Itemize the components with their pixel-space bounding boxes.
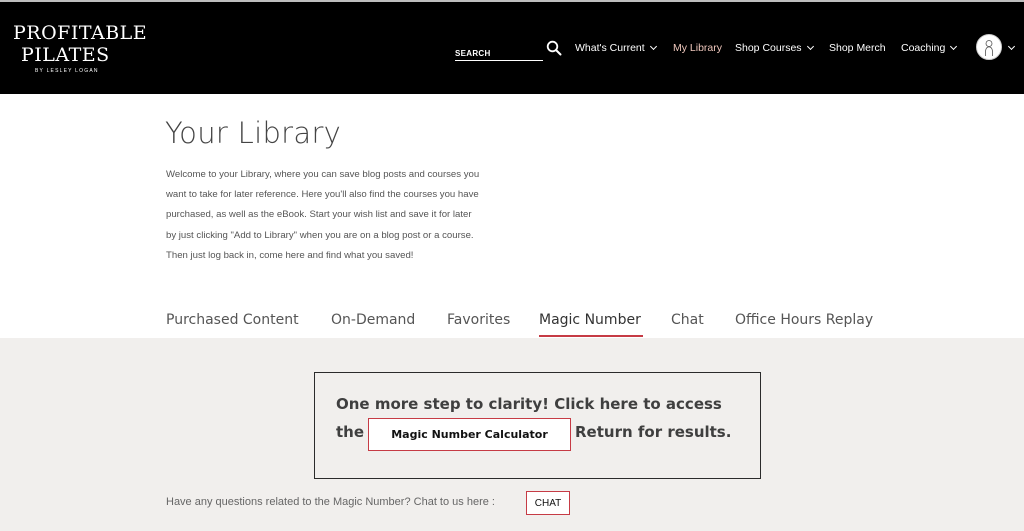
tab-favorites[interactable]: Favorites [447, 312, 510, 328]
nav-shop-courses[interactable]: Shop Courses [735, 41, 814, 55]
cta-text-the: the [336, 423, 365, 441]
tab-magic-number[interactable]: Magic Number [539, 312, 641, 328]
nav-shop-merch-label: Shop Merch [829, 42, 886, 54]
site-header: PROFITABLE PILATES BY LESLEY LOGAN What'… [0, 0, 1024, 94]
intro-line: Then just log back in, come here and fin… [166, 249, 414, 261]
nav-shop-courses-label: Shop Courses [735, 42, 802, 54]
avatar-chevron-down-icon[interactable] [1007, 42, 1016, 51]
nav-whats-current-label: What's Current [575, 42, 645, 54]
magic-number-cta: One more step to clarity! Click here to … [314, 372, 761, 479]
search-box [455, 46, 543, 61]
tab-on-demand[interactable]: On-Demand [331, 312, 415, 328]
cta-text-return: Return for results. [575, 423, 732, 441]
nav-whats-current[interactable]: What's Current [575, 41, 657, 55]
search-icon[interactable] [546, 40, 562, 56]
page-title: Your Library [165, 116, 342, 150]
nav-shop-merch[interactable]: Shop Merch [829, 41, 886, 55]
site-logo[interactable]: PROFITABLE PILATES BY LESLEY LOGAN [13, 22, 148, 74]
logo-line-1: PROFITABLE [13, 22, 148, 44]
intro-line: Welcome to your Library, where you can s… [166, 169, 480, 180]
tab-office-hours-replay[interactable]: Office Hours Replay [735, 312, 873, 328]
magic-number-calculator-button[interactable]: Magic Number Calculator [368, 418, 571, 451]
tab-chat[interactable]: Chat [671, 312, 704, 328]
chevron-down-icon [649, 42, 657, 51]
avatar-figure-icon [984, 40, 994, 57]
user-avatar-icon[interactable] [976, 34, 1002, 60]
nav-my-library-label: My Library [673, 42, 723, 54]
nav-coaching[interactable]: Coaching [901, 41, 958, 55]
tab-purchased-content[interactable]: Purchased Content [166, 312, 299, 328]
intro-line: want to take for later reference. Here y… [166, 189, 479, 201]
chat-button[interactable]: CHAT [526, 491, 570, 515]
nav-my-library[interactable]: My Library [673, 41, 722, 55]
nav-coaching-label: Coaching [901, 42, 946, 54]
intro-line: by just clicking "Add to Library" when y… [166, 229, 474, 241]
chevron-down-icon [806, 42, 814, 51]
cta-text-line1: One more step to clarity! Click here to … [336, 395, 722, 413]
logo-byline: BY LESLEY LOGAN [35, 68, 99, 74]
header-top-line [0, 0, 1024, 2]
search-input[interactable] [455, 47, 541, 59]
intro-text: Welcome to your Library, where you can s… [166, 165, 526, 266]
logo-line-2: PILATES [21, 44, 110, 66]
active-tab-underline [539, 335, 643, 337]
intro-line: purchased, as well as the eBook. Start y… [166, 209, 472, 221]
chat-question-text: Have any questions related to the Magic … [166, 496, 495, 508]
chevron-down-icon [950, 42, 958, 51]
